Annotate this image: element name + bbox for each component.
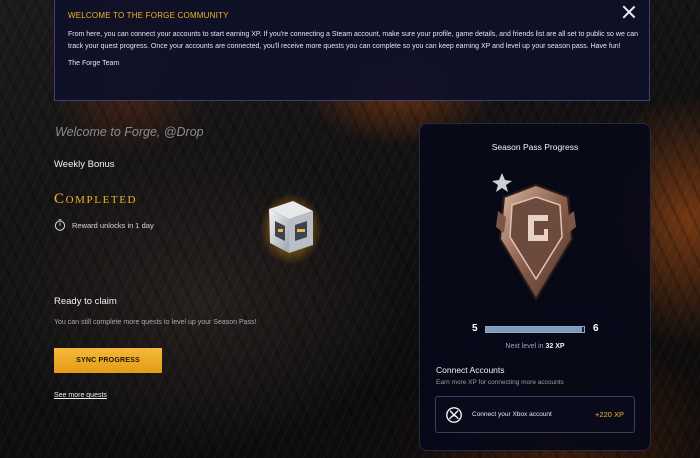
connect-xbox-button[interactable]: Connect your Xbox account +220 XP <box>435 396 635 433</box>
banner-body: From here, you can connect your accounts… <box>68 31 639 50</box>
welcome-banner: WELCOME TO THE FORGE COMMUNITY From here… <box>54 0 650 101</box>
next-level-xp: 32 XP <box>545 343 565 350</box>
level-progress-bar <box>485 326 585 333</box>
connect-accounts-title: Connect Accounts <box>436 365 505 375</box>
banner-signature: The Forge Team <box>68 60 120 67</box>
see-more-quests-link[interactable]: See more quests <box>54 392 107 399</box>
connect-accounts-subtitle: Earn more XP for connecting more account… <box>436 379 564 386</box>
weekly-bonus-label: Weekly Bonus <box>54 159 115 170</box>
reward-timer: Reward unlocks in 1 day <box>54 219 154 231</box>
reward-box-icon <box>260 193 322 265</box>
season-pass-title: Season Pass Progress <box>491 142 579 152</box>
close-icon[interactable] <box>621 4 637 20</box>
timer-label: Reward unlocks in 1 day <box>72 220 154 230</box>
level-progress-fill <box>486 327 583 332</box>
xbox-xp-reward: +220 XP <box>595 410 624 419</box>
sync-progress-button[interactable]: SYNC PROGRESS <box>54 348 162 373</box>
next-level-label: Next level in <box>505 343 544 350</box>
xbox-label: Connect your Xbox account <box>472 411 552 418</box>
next-level-info: Next level in 32 XP <box>420 343 650 350</box>
welcome-heading: Welcome to Forge, @Drop <box>55 125 204 139</box>
season-shield-icon <box>492 173 576 301</box>
completed-status: Completed <box>54 191 138 207</box>
banner-title: WELCOME TO THE FORGE COMMUNITY <box>68 11 229 20</box>
current-level: 5 <box>472 323 478 334</box>
xbox-icon <box>446 406 462 423</box>
stopwatch-icon <box>54 219 66 231</box>
next-level: 6 <box>593 323 599 334</box>
ready-subtitle: You can still complete more quests to le… <box>54 319 257 326</box>
ready-title: Ready to claim <box>54 296 117 307</box>
season-pass-card: Season Pass Progress 5 6 Next level in 3… <box>419 123 651 451</box>
